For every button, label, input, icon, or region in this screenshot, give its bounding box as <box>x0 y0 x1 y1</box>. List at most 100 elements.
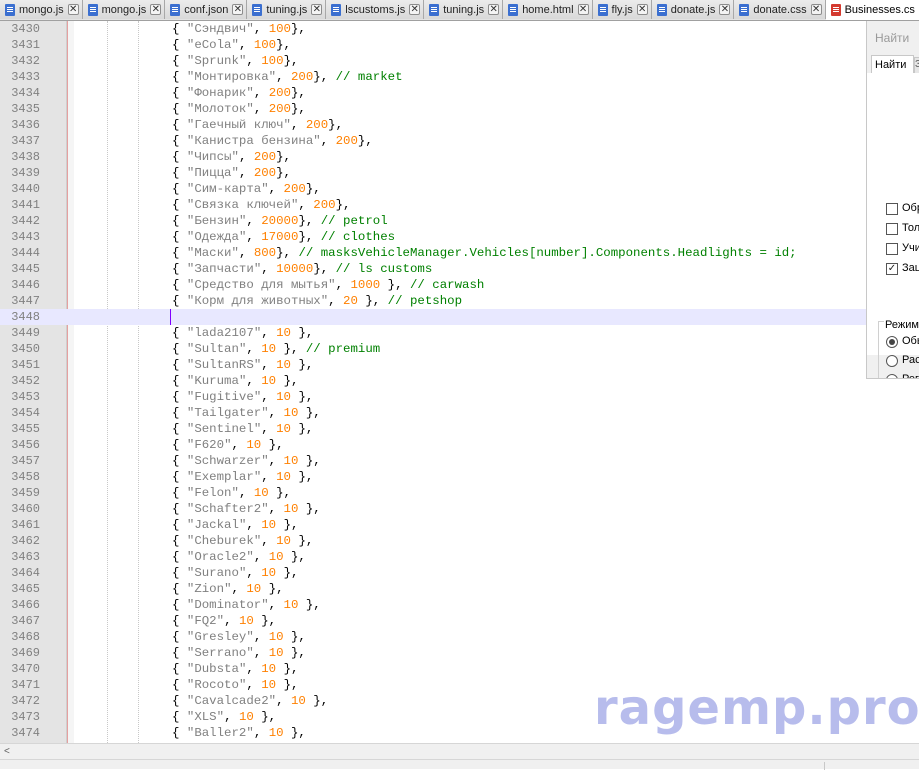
checkbox-3[interactable]: ✓ <box>886 263 898 275</box>
code-line[interactable]: 3465{ "Zion", 10 }, <box>0 581 919 597</box>
close-icon[interactable]: ✕ <box>68 4 79 15</box>
code-line[interactable]: 3442{ "Бензин", 20000}, // petrol <box>0 213 919 229</box>
tab-7[interactable]: fly.js✕ <box>593 0 652 19</box>
radio-2[interactable] <box>886 374 898 379</box>
close-icon[interactable]: ✕ <box>637 4 648 15</box>
close-icon[interactable]: ✕ <box>150 4 161 15</box>
close-icon[interactable]: ✕ <box>232 4 243 15</box>
code-text: { "Sultan", 10 }, // premium <box>172 341 380 357</box>
checkbox-0[interactable] <box>886 203 898 215</box>
closing-brace: }, <box>269 582 284 596</box>
code-line[interactable]: 3434{ "Фонарик", 200}, <box>0 85 919 101</box>
code-text: { "Serrano", 10 }, <box>172 645 306 661</box>
code-line[interactable]: 3444{ "Маски", 800}, // masksVehicleMana… <box>0 245 919 261</box>
tab-1[interactable]: mongo.js✕ <box>83 0 166 19</box>
code-line[interactable]: 3462{ "Cheburek", 10 }, <box>0 533 919 549</box>
radio-1[interactable] <box>886 355 898 367</box>
code-line[interactable]: 3435{ "Молоток", 200}, <box>0 101 919 117</box>
number-literal: 10 <box>269 646 291 660</box>
code-lines[interactable]: 3430{ "Сэндвич", 100},3431{ "eCola", 100… <box>0 21 919 741</box>
string-literal: Exemplar <box>194 470 254 484</box>
code-line[interactable]: 3448 <box>0 309 919 325</box>
tab-3[interactable]: tuning.js✕ <box>247 0 326 19</box>
code-line[interactable]: 3452{ "Kuruma", 10 }, <box>0 373 919 389</box>
horizontal-scrollbar[interactable]: < <box>0 743 919 759</box>
closing-brace: }, <box>358 134 373 148</box>
close-icon[interactable]: ✕ <box>488 4 499 15</box>
code-line[interactable]: 3436{ "Гаечный ключ", 200}, <box>0 117 919 133</box>
code-line[interactable]: 3441{ "Связка ключей", 200}, <box>0 197 919 213</box>
code-line[interactable]: 3437{ "Канистра бензина", 200}, <box>0 133 919 149</box>
code-line[interactable]: 3458{ "Exemplar", 10 }, <box>0 469 919 485</box>
code-line[interactable]: 3446{ "Средство для мытья", 1000 }, // c… <box>0 277 919 293</box>
code-line[interactable]: 3447{ "Корм для животных", 20 }, // pets… <box>0 293 919 309</box>
code-line[interactable]: 3461{ "Jackal", 10 }, <box>0 517 919 533</box>
code-line[interactable]: 3431{ "eCola", 100}, <box>0 37 919 53</box>
tab-5[interactable]: tuning.js ✕ <box>424 0 503 19</box>
code-line[interactable]: 3463{ "Oracle2", 10 }, <box>0 549 919 565</box>
code-line[interactable]: 3451{ "SultanRS", 10 }, <box>0 357 919 373</box>
string-literal: Fugitive <box>194 390 254 404</box>
brace: { <box>172 390 187 404</box>
code-editor[interactable]: 3430{ "Сэндвич", 100},3431{ "eCola", 100… <box>0 21 919 743</box>
string-quote: " <box>246 22 253 36</box>
code-line[interactable]: 3455{ "Sentinel", 10 }, <box>0 421 919 437</box>
code-line[interactable]: 3468{ "Gresley", 10 }, <box>0 629 919 645</box>
code-line[interactable]: 3433{ "Монтировка", 200}, // market <box>0 69 919 85</box>
code-line[interactable]: 3474{ "Baller2", 10 }, <box>0 725 919 741</box>
close-icon[interactable]: ✕ <box>311 4 322 15</box>
radio-0[interactable] <box>886 336 898 348</box>
code-line[interactable]: 3471{ "Rocoto", 10 }, <box>0 677 919 693</box>
code-line[interactable]: 3469{ "Serrano", 10 }, <box>0 645 919 661</box>
tab-10[interactable]: Businesses.cs✕ <box>826 0 919 20</box>
tab-6[interactable]: home.html✕ <box>503 0 592 19</box>
code-line[interactable]: 3466{ "Dominator", 10 }, <box>0 597 919 613</box>
code-line[interactable]: 3445{ "Запчасти", 10000}, // ls customs <box>0 261 919 277</box>
close-icon[interactable]: ✕ <box>409 4 420 15</box>
code-line[interactable]: 3443{ "Одежда", 17000}, // clothes <box>0 229 919 245</box>
tab-4[interactable]: lscustoms.js✕ <box>326 0 424 19</box>
tab-2[interactable]: conf.json✕ <box>165 0 247 19</box>
code-line[interactable]: 3440{ "Сим-карта", 200}, <box>0 181 919 197</box>
code-line[interactable]: 3453{ "Fugitive", 10 }, <box>0 389 919 405</box>
checkbox-2[interactable] <box>886 243 898 255</box>
code-line[interactable]: 3456{ "F620", 10 }, <box>0 437 919 453</box>
tab-label: mongo.js <box>19 4 64 16</box>
string-quote: " <box>217 710 224 724</box>
string-literal: Tailgater <box>194 406 261 420</box>
number-literal: 800 <box>254 246 276 260</box>
code-line[interactable]: 3473{ "XLS", 10 }, <box>0 709 919 725</box>
code-text: { "Rocoto", 10 }, <box>172 677 298 693</box>
close-icon[interactable]: ✕ <box>719 4 730 15</box>
code-line[interactable]: 3472{ "Cavalcade2", 10 }, <box>0 693 919 709</box>
tab-9[interactable]: donate.css✕ <box>734 0 825 19</box>
code-line[interactable]: 3430{ "Сэндвич", 100}, <box>0 21 919 37</box>
code-text: { "Fugitive", 10 }, <box>172 389 313 405</box>
separator: , <box>298 198 313 212</box>
tab-0[interactable]: mongo.js ✕ <box>0 0 83 19</box>
separator: , <box>246 54 261 68</box>
brace: { <box>172 150 187 164</box>
code-line[interactable]: 3459{ "Felon", 10 }, <box>0 485 919 501</box>
tab-label: tuning.js <box>443 4 484 16</box>
code-line[interactable]: 3457{ "Schwarzer", 10 }, <box>0 453 919 469</box>
close-icon[interactable]: ✕ <box>578 4 589 15</box>
line-number: 3443 <box>0 229 40 245</box>
brace: { <box>172 486 187 500</box>
code-line[interactable]: 3460{ "Schafter2", 10 }, <box>0 501 919 517</box>
code-line[interactable]: 3464{ "Surano", 10 }, <box>0 565 919 581</box>
code-line[interactable]: 3450{ "Sultan", 10 }, // premium <box>0 341 919 357</box>
code-line[interactable]: 3438{ "Чипсы", 200}, <box>0 149 919 165</box>
close-icon[interactable]: ✕ <box>811 4 822 15</box>
code-line[interactable]: 3467{ "FQ2", 10 }, <box>0 613 919 629</box>
code-line[interactable]: 3439{ "Пицца", 200}, <box>0 165 919 181</box>
tab-8[interactable]: donate.js✕ <box>652 0 735 19</box>
checkbox-1[interactable] <box>886 223 898 235</box>
scroll-left-icon[interactable]: < <box>4 744 10 759</box>
code-line[interactable]: 3449{ "lada2107", 10 }, <box>0 325 919 341</box>
code-line[interactable]: 3432{ "Sprunk", 100}, <box>0 53 919 69</box>
code-line[interactable]: 3454{ "Tailgater", 10 }, <box>0 405 919 421</box>
tab-replace[interactable]: З <box>914 57 919 73</box>
tab-find[interactable]: Найти <box>871 55 914 73</box>
code-line[interactable]: 3470{ "Dubsta", 10 }, <box>0 661 919 677</box>
